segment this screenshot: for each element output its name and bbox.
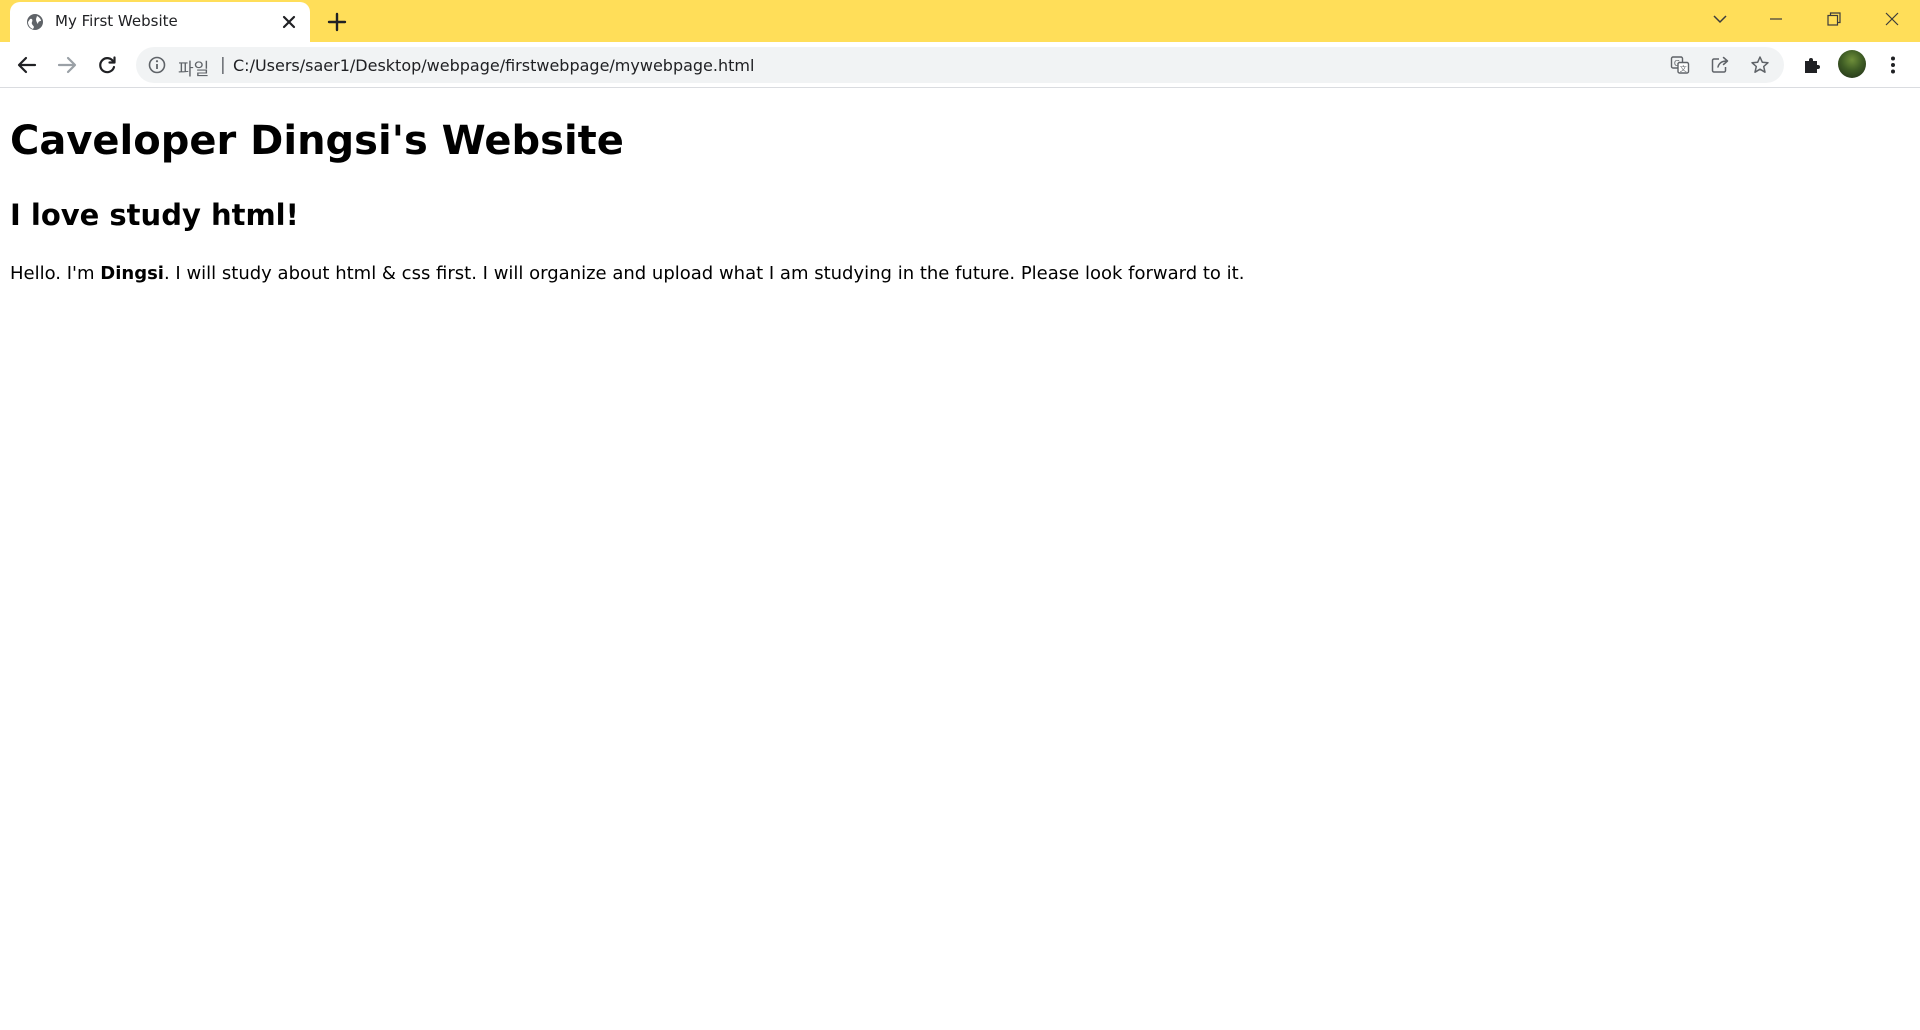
- close-icon[interactable]: [280, 13, 298, 31]
- menu-kebab-icon[interactable]: [1879, 51, 1907, 79]
- forward-arrow-icon: [57, 56, 77, 74]
- page-content: Caveloper Dingsi's Website I love study …: [0, 88, 1920, 1030]
- url-text[interactable]: C:/Users/saer1/Desktop/webpage/firstwebp…: [233, 56, 754, 75]
- intro-paragraph: Hello. I'm Dingsi. I will study about ht…: [10, 263, 1244, 284]
- browser-toolbar: 파일 | C:/Users/saer1/Desktop/webpage/firs…: [0, 42, 1920, 88]
- profile-avatar[interactable]: [1838, 50, 1866, 78]
- scheme-label: 파일: [178, 60, 210, 80]
- minimize-icon[interactable]: [1748, 0, 1804, 38]
- plus-icon[interactable]: [324, 9, 350, 35]
- restore-icon[interactable]: [1806, 0, 1862, 38]
- translate-icon[interactable]: G 文: [1668, 53, 1692, 77]
- tab-search-chevron-icon[interactable]: [1692, 0, 1748, 38]
- globe-icon: [27, 14, 43, 30]
- forward-button[interactable]: [53, 51, 81, 79]
- browser-window: My First Website 파일 | C:/Users/saer1/Des…: [0, 0, 1920, 1030]
- tab-strip: My First Website: [0, 0, 1920, 42]
- reload-icon: [99, 56, 116, 74]
- page-subheading: I love study html!: [10, 198, 299, 232]
- share-icon[interactable]: [1708, 53, 1732, 77]
- paragraph-bold-name: Dingsi: [100, 263, 164, 284]
- close-window-icon[interactable]: [1864, 0, 1920, 38]
- page-heading: Caveloper Dingsi's Website: [10, 118, 624, 164]
- reload-button[interactable]: [93, 51, 121, 79]
- bookmark-star-icon[interactable]: [1748, 53, 1772, 77]
- scheme-separator: |: [220, 55, 226, 75]
- info-icon[interactable]: [148, 56, 166, 74]
- back-arrow-icon: [17, 56, 37, 74]
- svg-text:文: 文: [1680, 64, 1687, 73]
- address-bar[interactable]: 파일 | C:/Users/saer1/Desktop/webpage/firs…: [136, 47, 1784, 83]
- back-button[interactable]: [13, 51, 41, 79]
- active-tab[interactable]: My First Website: [10, 2, 310, 42]
- paragraph-text-after: . I will study about html & css first. I…: [163, 263, 1245, 284]
- paragraph-text-before: Hello. I'm: [10, 263, 101, 284]
- extensions-puzzle-icon[interactable]: [1798, 51, 1826, 79]
- tab-title: My First Website: [55, 12, 178, 30]
